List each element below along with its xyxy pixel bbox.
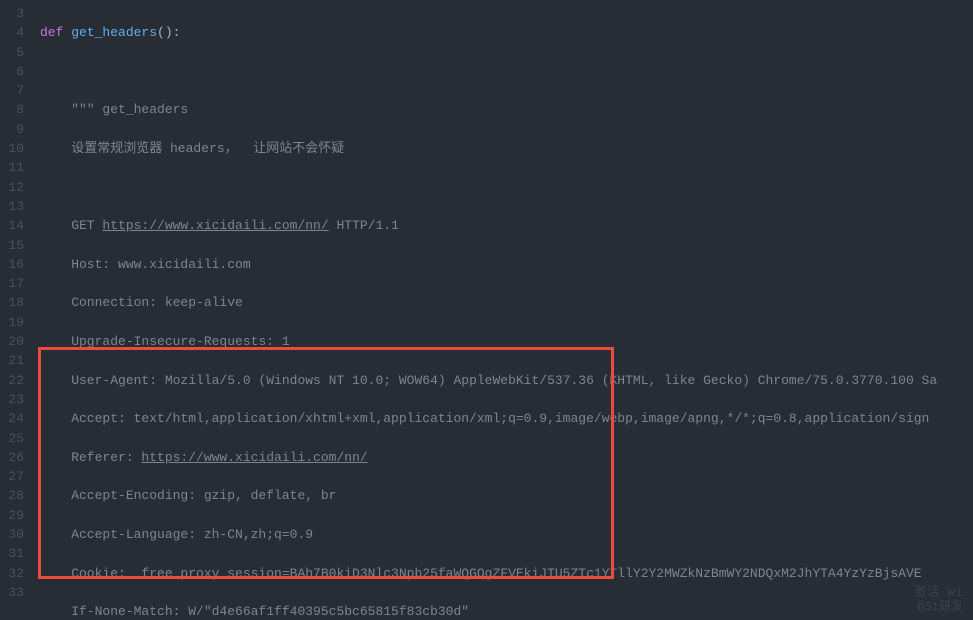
code-content[interactable]: def get_headers(): """ get_headers 设置常规浏… [32, 0, 973, 620]
line-number: 12 [4, 178, 24, 197]
line-number: 21 [4, 351, 24, 370]
line-number: 22 [4, 371, 24, 390]
code-line: Accept-Encoding: gzip, deflate, br [40, 486, 973, 505]
line-number: 28 [4, 486, 24, 505]
line-number: 19 [4, 313, 24, 332]
line-number: 3 [4, 4, 24, 23]
code-line: Host: www.xicidaili.com [40, 255, 973, 274]
code-line [40, 178, 973, 197]
code-line: 设置常规浏览器 headers， 让网站不会怀疑 [40, 139, 973, 158]
line-number: 25 [4, 429, 24, 448]
line-number: 20 [4, 332, 24, 351]
line-number: 7 [4, 81, 24, 100]
code-line: Accept: text/html,application/xhtml+xml,… [40, 409, 973, 428]
line-number: 29 [4, 506, 24, 525]
line-number: 8 [4, 100, 24, 119]
line-number: 16 [4, 255, 24, 274]
line-number: 15 [4, 236, 24, 255]
line-number: 6 [4, 62, 24, 81]
line-number: 23 [4, 390, 24, 409]
line-number: 18 [4, 293, 24, 312]
line-number: 5 [4, 43, 24, 62]
line-number: 33 [4, 583, 24, 602]
code-line: User-Agent: Mozilla/5.0 (Windows NT 10.0… [40, 371, 973, 390]
code-line: Upgrade-Insecure-Requests: 1 [40, 332, 973, 351]
line-number: 9 [4, 120, 24, 139]
code-line: Referer: https://www.xicidaili.com/nn/ [40, 448, 973, 467]
line-number-gutter: 3456789101112131415161718192021222324252… [0, 0, 32, 620]
code-line: Connection: keep-alive [40, 293, 973, 312]
code-line: def get_headers(): [40, 23, 973, 42]
line-number: 4 [4, 23, 24, 42]
code-line: Cookie: _free_proxy_session=BAh7B0kiD3Nl… [40, 564, 973, 583]
code-line: GET https://www.xicidaili.com/nn/ HTTP/1… [40, 216, 973, 235]
line-number: 17 [4, 274, 24, 293]
line-number: 31 [4, 544, 24, 563]
code-editor[interactable]: 3456789101112131415161718192021222324252… [0, 0, 973, 620]
line-number: 10 [4, 139, 24, 158]
code-line: Accept-Language: zh-CN,zh;q=0.9 [40, 525, 973, 544]
code-line: If-None-Match: W/"d4e66af1ff40395c5bc658… [40, 602, 973, 620]
line-number: 24 [4, 409, 24, 428]
line-number: 14 [4, 216, 24, 235]
line-number: 32 [4, 564, 24, 583]
code-line: """ get_headers [40, 100, 973, 119]
line-number: 30 [4, 525, 24, 544]
line-number: 13 [4, 197, 24, 216]
line-number: 27 [4, 467, 24, 486]
line-number: 26 [4, 448, 24, 467]
code-line [40, 62, 973, 81]
line-number: 11 [4, 158, 24, 177]
watermark-id: @51研发 [917, 597, 963, 614]
